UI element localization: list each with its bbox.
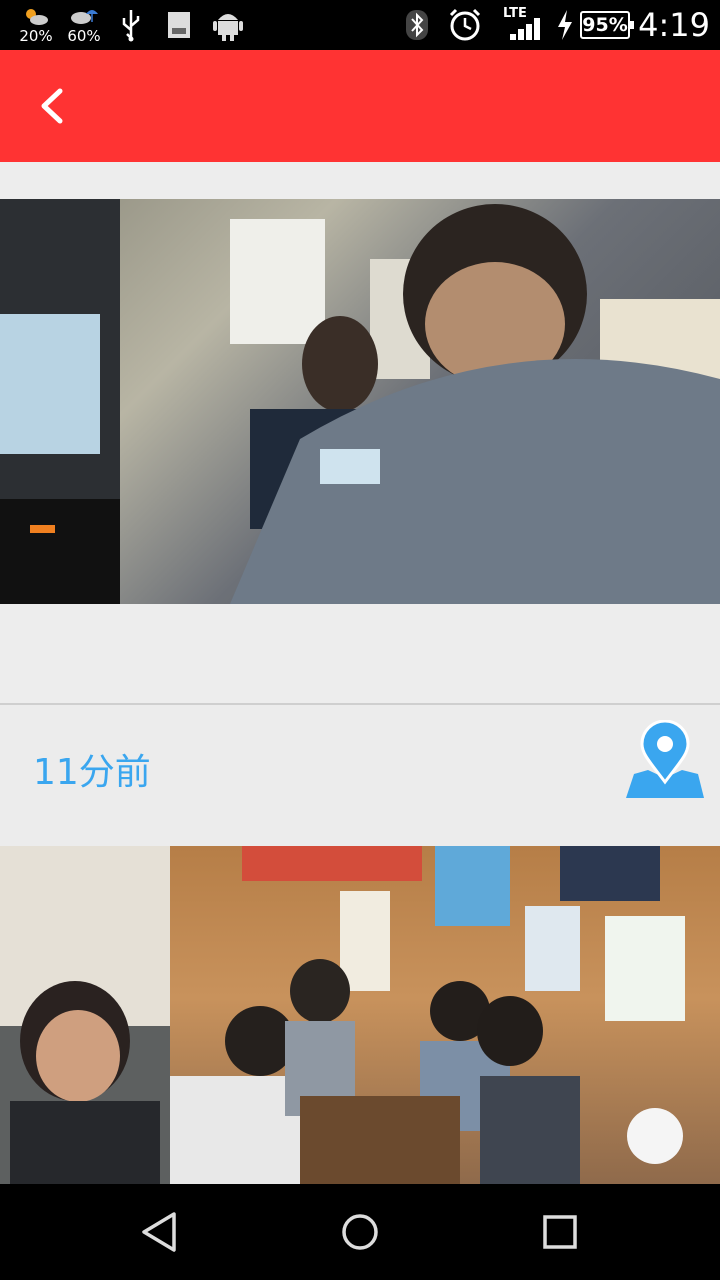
chevron-left-icon [41,88,63,124]
battery-indicator: 95% [580,11,634,39]
photo-1-image [0,199,720,604]
back-button[interactable] [30,83,76,129]
post-time-ago: 11分前 [33,752,151,793]
weather-1-text: 20% [19,27,53,45]
android-icon [213,14,243,41]
weather-widget-1: 20% [16,0,56,50]
post-photo-1[interactable] [0,199,720,604]
cloud-umbrella-icon [71,10,98,24]
usb-icon [122,10,140,42]
bluetooth-icon [406,10,428,40]
nav-recents-button[interactable] [536,1208,584,1256]
weather-2-text: 60% [67,27,101,45]
status-bar: 20% 60% LTE 95% 4:19 [0,0,720,50]
map-location-button[interactable] [624,720,706,802]
sun-cloud-icon [26,9,48,25]
navigation-bar [0,1184,720,1280]
photo-2-image [0,846,685,1184]
clock: 4:19 [638,6,710,44]
triangle-back-icon [142,1212,176,1252]
post-meta-row: 11分前 [0,705,720,846]
post-photo-2[interactable] [0,846,720,1184]
app-bar [0,50,720,162]
sd-card-icon [168,12,190,38]
signal-icon [510,18,540,40]
alarm-clock-icon [449,8,481,41]
nav-back-button[interactable] [136,1208,184,1256]
weather-widget-2: 60% [64,0,104,50]
charging-icon [558,10,572,40]
nav-home-button[interactable] [336,1208,384,1256]
square-recents-icon [543,1215,577,1249]
circle-home-icon [342,1214,378,1250]
